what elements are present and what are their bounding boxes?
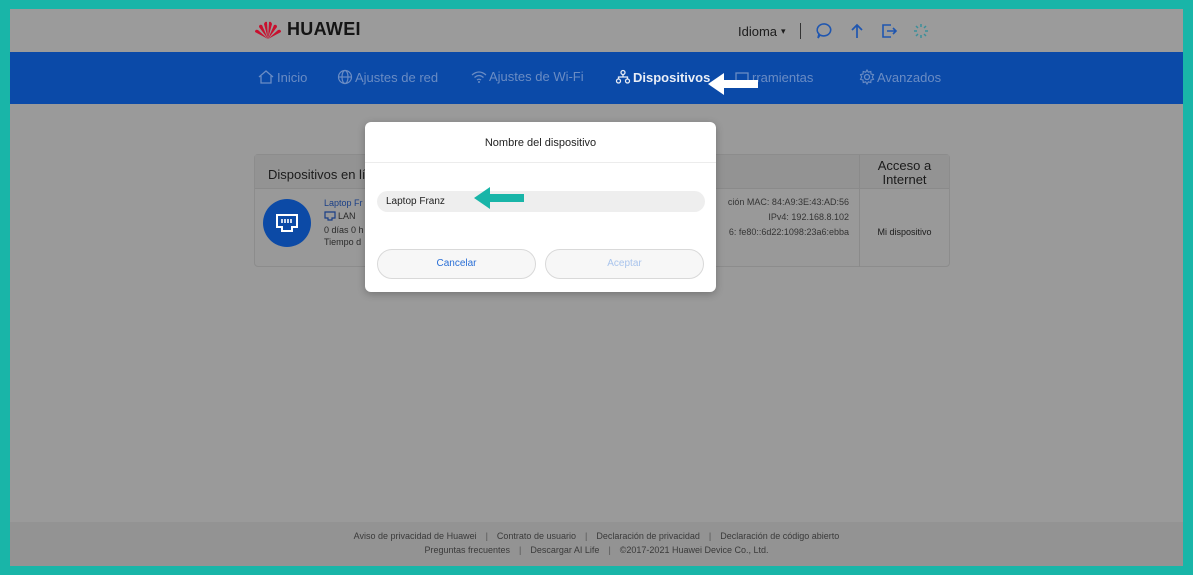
accept-button[interactable]: Aceptar (545, 249, 704, 279)
footer-links-row-1: Aviso de privacidad de Huawei | Contrato d… (10, 531, 1183, 541)
divider (365, 162, 716, 163)
nav-label: Inicio (277, 69, 308, 85)
devices-icon (615, 69, 631, 84)
nav-label: Dispositivos (633, 69, 711, 85)
footer-link-user-agreement[interactable]: Contrato de usuario (497, 531, 576, 541)
gear-icon (859, 69, 875, 85)
nav-item-ajustes-de-wifi[interactable]: Ajustes de Wi-Fi (471, 69, 584, 84)
upload-arrow-icon[interactable] (847, 21, 867, 41)
app-window: HUAWEI Idioma ▾ Inicio Ajustes de red Aj… (10, 9, 1183, 566)
nav-item-avanzados[interactable]: Avanzados (859, 69, 941, 85)
huawei-flower-icon (255, 21, 281, 39)
device-ipv4: IPv4: 192.168.8.102 (768, 212, 849, 222)
dialog-title: Nombre del dispositivo (484, 137, 597, 149)
main-nav: Inicio Ajustes de red Ajustes de Wi-Fi D… (10, 52, 1183, 104)
footer-links-row-2: Preguntas frecuentes | Descargar AI Life | ©… (10, 545, 1183, 555)
language-selector[interactable]: Idioma ▾ (738, 24, 786, 39)
device-connection: LAN (324, 211, 356, 221)
brand-name: HUAWEI (287, 19, 361, 39)
wifi-icon (471, 70, 487, 83)
nav-label: Ajustes de red (355, 69, 439, 85)
device-ipv6: 6: fe80::6d22:1098:23a6:ebba (728, 227, 849, 237)
footer-separator: | (608, 545, 611, 555)
footer-link-privacy-notice[interactable]: Aviso de privacidad de Huawei (354, 531, 477, 541)
footer: Aviso de privacidad de Huawei | Contrato d… (10, 522, 1183, 566)
rename-device-dialog: Nombre del dispositivo Cancelar Aceptar (365, 122, 716, 292)
logout-icon[interactable] (879, 21, 899, 41)
nav-label: Ajustes de Wi-Fi (489, 69, 584, 84)
device-name-input[interactable] (377, 191, 705, 212)
language-label: Idioma (738, 23, 778, 39)
caret-down-icon: ▾ (781, 25, 786, 36)
nav-item-dispositivos[interactable]: Dispositivos (615, 69, 710, 85)
connection-type: LAN (338, 211, 356, 221)
annotation-arrow-teal-icon (474, 187, 524, 209)
divider (799, 23, 801, 39)
nav-label: Avanzados (877, 69, 942, 85)
footer-separator: | (519, 545, 522, 555)
footer-link-download-ai-life[interactable]: Descargar AI Life (530, 545, 599, 555)
footer-link-privacy-statement[interactable]: Declaración de privacidad (596, 531, 700, 541)
copyright: ©2017-2021 Huawei Device Co., Ltd. (619, 545, 769, 555)
footer-separator: | (708, 531, 712, 541)
top-actions: Idioma ▾ (738, 21, 931, 41)
cancel-button[interactable]: Cancelar (377, 249, 536, 279)
device-avatar (263, 199, 311, 247)
device-connected-since: Tiempo d (324, 237, 362, 247)
footer-link-open-source[interactable]: Declaración de código abierto (720, 531, 839, 541)
nav-item-ajustes-de-red[interactable]: Ajustes de red (337, 69, 438, 85)
annotation-arrow-white-icon (708, 73, 758, 95)
chat-bubble-icon[interactable] (815, 21, 835, 41)
footer-separator: | (485, 531, 488, 541)
home-icon (258, 70, 274, 84)
device-mac: ción MAC: 84:A9:3E:43:AD:56 (727, 197, 849, 207)
footer-separator: | (584, 531, 588, 541)
ethernet-port-icon (276, 214, 298, 232)
nav-item-inicio[interactable]: Inicio (257, 69, 307, 85)
loading-spinner-icon (911, 21, 931, 41)
footer-link-faq[interactable]: Preguntas frecuentes (424, 545, 510, 555)
devices-title: Dispositivos en lín (268, 167, 373, 182)
lan-icon (324, 211, 336, 221)
globe-icon (337, 69, 353, 85)
device-uptime: 0 días 0 h (324, 225, 364, 235)
device-access-value: Mi dispositivo (859, 189, 949, 267)
device-name-link[interactable]: Laptop Fr (324, 198, 363, 208)
top-bar: HUAWEI Idioma ▾ (10, 9, 1183, 52)
internet-access-header: Acceso a Internet (859, 155, 949, 189)
huawei-logo[interactable]: HUAWEI (253, 19, 361, 40)
nav-label: rramientas (752, 69, 814, 85)
